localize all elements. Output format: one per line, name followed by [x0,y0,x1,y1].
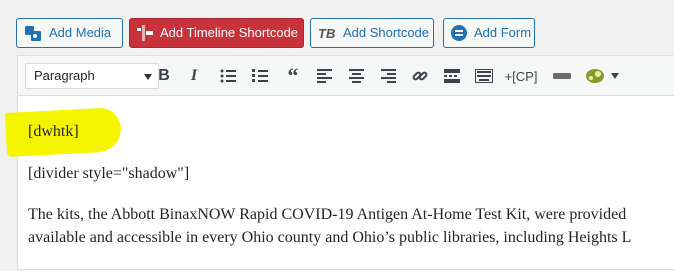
editor-toolbar: Paragraph B I “ +[CP] [18,56,674,96]
read-more-button[interactable] [439,63,465,89]
svg-text:TB: TB [318,26,335,41]
paragraph-dwhtk: [dwhtk] [28,123,79,140]
shortcode-button[interactable] [549,63,575,89]
add-shortcode-button[interactable]: TB Add Shortcode [310,18,434,48]
media-buttons-bar: Add Media Add Timeline Shortcode TB Add … [0,0,674,56]
tb-shortcode-icon: TB [317,23,337,43]
numbered-list-button[interactable] [247,63,273,89]
bold-button[interactable]: B [151,63,177,89]
align-center-icon [348,69,364,83]
add-shortcode-label: Add Shortcode [343,25,430,40]
timeline-menu-button[interactable] [582,63,622,89]
link-button[interactable] [407,63,433,89]
keyboard-icon [475,69,493,83]
link-icon [412,71,428,81]
align-right-button[interactable] [375,63,401,89]
add-media-label: Add Media [49,25,112,40]
toolbar-toggle-button[interactable] [471,63,497,89]
read-more-icon [444,69,460,83]
add-media-button[interactable]: Add Media [16,18,123,48]
editor: Paragraph B I “ +[CP] [dwhtk] [divider s… [4,55,674,271]
chevron-down-icon [611,73,619,79]
paragraph-body-line-1: The kits, the Abbott BinaxNOW Rapid COVI… [28,206,627,223]
paragraph-divider-shortcode: [divider style="shadow"] [28,165,190,182]
add-form-button[interactable]: Add Form [443,18,535,48]
cp-button[interactable]: +[CP] [502,63,540,89]
bullet-list-button[interactable] [215,63,241,89]
form-icon [450,23,468,43]
italic-button[interactable]: I [181,63,207,89]
media-icon [23,23,43,43]
add-form-label: Add Form [474,25,532,40]
add-timeline-shortcode-label: Add Timeline Shortcode [160,25,299,40]
numbered-list-icon [252,69,268,82]
bullet-list-icon [220,69,236,83]
timeline-gear-icon [586,69,604,83]
paragraph-body-line-2: available and accessible in every Ohio c… [28,229,632,246]
format-select-value: Paragraph [34,68,95,83]
cp-label: +[CP] [504,68,538,84]
timeline-icon [136,23,154,43]
align-right-icon [380,69,396,83]
blockquote-button[interactable]: “ [280,63,306,89]
format-select[interactable]: Paragraph [25,63,159,89]
align-center-button[interactable] [343,63,369,89]
editor-content[interactable]: [dwhtk] [divider style="shadow"] The kit… [4,96,674,271]
add-timeline-shortcode-button[interactable]: Add Timeline Shortcode [129,18,304,48]
align-left-button[interactable] [311,63,337,89]
shortcode-bar-icon [553,73,571,79]
align-left-icon [316,69,332,83]
